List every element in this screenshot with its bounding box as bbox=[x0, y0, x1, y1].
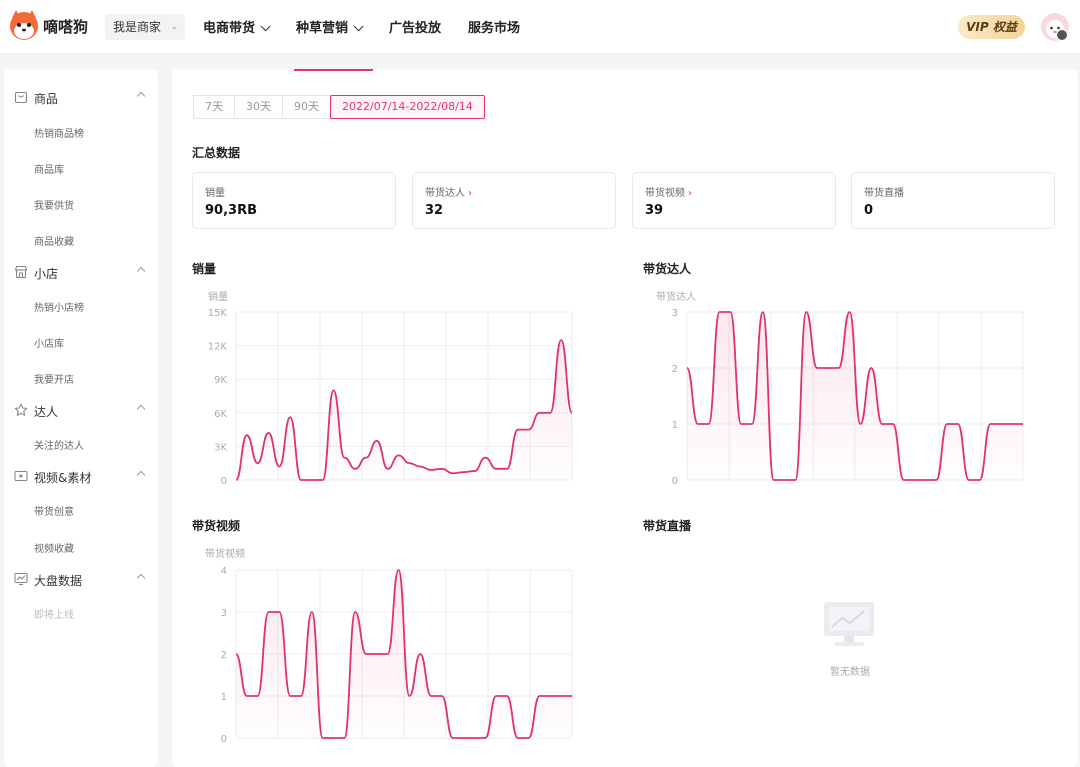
video-icon bbox=[14, 470, 28, 482]
summary-title: 汇总数据 bbox=[192, 146, 241, 160]
stat-label-text: 带货视频 bbox=[645, 188, 685, 199]
sidebar-item-video-favorites[interactable]: 视频收藏 bbox=[34, 540, 74, 555]
date-range-selector: 7天 30天 90天 2022/07/14-2022/08/14 bbox=[193, 95, 485, 119]
chart-videos: 0 1 2 3 4 bbox=[221, 566, 573, 745]
y-tick-label: 6K bbox=[214, 409, 227, 420]
account-badge-icon bbox=[1056, 29, 1068, 41]
sidebar-item-open-store[interactable]: 我要开店 bbox=[34, 371, 74, 386]
y-tick-label: 12K bbox=[208, 342, 228, 353]
y-tick-label: 15K bbox=[208, 308, 228, 319]
stat-value: 0 bbox=[864, 203, 874, 218]
y-tick-label: 1 bbox=[221, 692, 227, 703]
sidebar-group-goods[interactable]: 商品 bbox=[14, 88, 146, 108]
y-tick-label: 9K bbox=[214, 375, 227, 386]
stat-value: 90,3RB bbox=[205, 203, 257, 218]
top-nav-bar: 嘀嗒狗 我是商家 ⌄ 电商带货 种草营销 广告投放 服务市场 VIP 权益 bbox=[0, 0, 1080, 54]
chevron-up-icon bbox=[136, 266, 146, 276]
stat-label: 销量 bbox=[205, 184, 225, 199]
sidebar-item-hot-stores[interactable]: 热销小店榜 bbox=[34, 299, 84, 314]
logo-text[interactable]: 嘀嗒狗 bbox=[43, 16, 88, 37]
sidebar-item-coming-soon: 即将上线 bbox=[34, 610, 74, 621]
sidebar-group-market-data[interactable]: 大盘数据 bbox=[14, 570, 146, 590]
stat-card-videos[interactable]: 带货视频 › 39 bbox=[632, 172, 836, 229]
stat-label: 带货直播 bbox=[864, 184, 904, 199]
nav-ads-label: 广告投放 bbox=[389, 21, 442, 36]
role-select[interactable]: 我是商家 ⌄ bbox=[105, 14, 186, 40]
y-tick-label: 2 bbox=[672, 364, 678, 375]
dashboard-icon bbox=[14, 572, 28, 586]
chevron-up-icon bbox=[136, 573, 146, 583]
star-icon bbox=[14, 403, 28, 416]
chevron-up-icon bbox=[136, 470, 146, 480]
chevron-right-icon: › bbox=[688, 188, 692, 199]
range-30-days-button[interactable]: 30天 bbox=[234, 95, 283, 119]
y-tick-label: 4 bbox=[221, 566, 227, 577]
sidebar-group-creators[interactable]: 达人 bbox=[14, 401, 146, 421]
stat-value: 39 bbox=[645, 203, 664, 218]
stat-label: 带货达人 › bbox=[425, 184, 472, 199]
sidebar-group-label: 视频&素材 bbox=[34, 471, 92, 485]
chevron-down-icon bbox=[353, 21, 364, 32]
nav-ecommerce-label: 电商带货 bbox=[203, 21, 256, 36]
chart-livestreams-title: 带货直播 bbox=[643, 519, 692, 533]
nav-seeding[interactable]: 种草营销 bbox=[296, 17, 364, 36]
stat-card-sales: 销量 90,3RB bbox=[192, 172, 396, 229]
sidebar-group-label: 商品 bbox=[34, 92, 59, 106]
sidebar-item-goods-library[interactable]: 商品库 bbox=[34, 161, 64, 176]
nav-seeding-label: 种草营销 bbox=[296, 21, 349, 36]
nav-service-market-label: 服务市场 bbox=[468, 21, 521, 36]
y-tick-label: 2 bbox=[221, 650, 227, 661]
sidebar-group-video[interactable]: 视频&素材 bbox=[14, 467, 146, 487]
sidebar-item-hot-goods[interactable]: 热销商品榜 bbox=[34, 125, 84, 140]
sidebar-item-followed-creators[interactable]: 关注的达人 bbox=[34, 437, 84, 452]
stat-label: 带货视频 › bbox=[645, 184, 692, 199]
stat-label-text: 带货直播 bbox=[864, 188, 904, 199]
chart-videos-title: 带货视频 bbox=[192, 519, 241, 533]
stat-card-creators[interactable]: 带货达人 › 32 bbox=[412, 172, 616, 229]
y-tick-label: 0 bbox=[221, 734, 227, 745]
sidebar-group-label: 大盘数据 bbox=[34, 574, 83, 588]
nav-ecommerce[interactable]: 电商带货 bbox=[203, 17, 271, 36]
sidebar-group-store[interactable]: 小店 bbox=[14, 263, 146, 283]
stat-value: 32 bbox=[425, 203, 444, 218]
y-tick-label: 3K bbox=[214, 442, 227, 453]
role-select-label: 我是商家 bbox=[113, 20, 162, 34]
y-tick-label: 0 bbox=[221, 476, 227, 487]
chevron-right-icon: › bbox=[468, 188, 472, 199]
stat-label-text: 带货达人 bbox=[425, 188, 465, 199]
chart-creators: 0 1 2 3 bbox=[672, 308, 1024, 487]
no-data-icon bbox=[824, 602, 874, 646]
chevron-down-icon bbox=[260, 21, 271, 32]
chart-creators-title: 带货达人 bbox=[643, 262, 692, 276]
empty-state-text: 暂无数据 bbox=[830, 667, 870, 678]
nav-service-market[interactable]: 服务市场 bbox=[468, 17, 520, 36]
sidebar-item-store-library[interactable]: 小店库 bbox=[34, 335, 64, 350]
range-custom-button[interactable]: 2022/07/14-2022/08/14 bbox=[330, 95, 485, 119]
sidebar-item-goods-favorites[interactable]: 商品收藏 bbox=[34, 233, 74, 248]
chart-sales-title: 销量 bbox=[192, 262, 217, 276]
y-tick-label: 3 bbox=[221, 608, 227, 619]
chevron-down-icon: ⌄ bbox=[170, 22, 179, 32]
sidebar-item-supply[interactable]: 我要供货 bbox=[34, 197, 74, 212]
sidebar-group-label: 小店 bbox=[34, 267, 59, 281]
sidebar-item-creative[interactable]: 带货创意 bbox=[34, 503, 74, 518]
nav-ads[interactable]: 广告投放 bbox=[389, 17, 441, 36]
bag-icon bbox=[14, 91, 28, 104]
y-tick-label: 3 bbox=[672, 308, 678, 319]
chart-sales: 0 3K 6K 9K 12K 15K bbox=[208, 308, 573, 487]
y-tick-label: 1 bbox=[672, 420, 678, 431]
y-tick-label: 0 bbox=[672, 476, 678, 487]
stat-label-text: 销量 bbox=[205, 188, 225, 199]
chevron-up-icon bbox=[136, 404, 146, 414]
range-90-days-button[interactable]: 90天 bbox=[282, 95, 331, 119]
active-tab-indicator bbox=[294, 69, 373, 71]
sidebar-group-label: 达人 bbox=[34, 405, 59, 419]
logo-icon[interactable] bbox=[8, 10, 40, 44]
store-icon bbox=[14, 265, 28, 279]
vip-button[interactable]: VIP 权益 bbox=[958, 15, 1025, 39]
stat-card-livestreams: 带货直播 0 bbox=[851, 172, 1055, 229]
chevron-up-icon bbox=[136, 91, 146, 101]
range-7-days-button[interactable]: 7天 bbox=[193, 95, 235, 119]
